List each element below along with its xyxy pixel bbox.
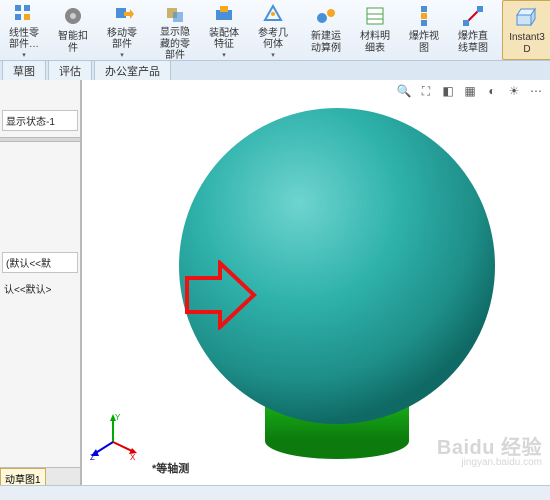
svg-text:Z: Z <box>90 453 95 462</box>
tab-sketch[interactable]: 草图 <box>2 60 46 81</box>
ribbon-btn-expline[interactable]: 爆炸直 线草图 <box>449 0 498 60</box>
ribbon-btn-bom[interactable]: 材料明 细表 <box>351 0 400 60</box>
ribbon-btn-instant3d[interactable]: Instant3D <box>502 0 550 60</box>
view-triad[interactable]: Y X Z <box>88 412 138 462</box>
secondary-tabs: 草图 评估 办公室产品 <box>0 61 550 82</box>
status-bar <box>0 485 550 500</box>
viewport[interactable]: 🔍 ⛶ ◧ ▦ ◐ ☀ ⋯ <box>82 80 550 486</box>
view-name: *等轴测 <box>152 460 189 476</box>
show-hide-icon <box>161 2 189 26</box>
ribbon-btn-refgeo[interactable]: 参考几 何体▾ <box>249 0 298 60</box>
ribbon-btn-smart[interactable]: 智能扣 件 <box>49 0 98 60</box>
linear-pattern-icon <box>10 2 38 27</box>
tab-office[interactable]: 办公室产品 <box>94 60 171 81</box>
reference-geometry-icon <box>259 2 287 27</box>
ribbon-btn-move[interactable]: 移动零 部件▾ <box>98 0 147 60</box>
model-render <box>82 86 550 486</box>
watermark: Baidu 经验 jingyan.baidu.com <box>437 438 542 468</box>
tab-evaluate[interactable]: 评估 <box>48 60 92 81</box>
assembly-feature-icon <box>210 2 238 27</box>
display-state-item[interactable]: 显示状态-1 <box>2 110 78 131</box>
explode-view-icon <box>410 2 438 30</box>
default-config-1[interactable]: (默认<<默 <box>2 252 78 273</box>
ribbon-btn-feature[interactable]: 装配体 特征▾ <box>200 0 249 60</box>
bom-icon <box>361 2 389 30</box>
feature-tree-panel: 显示状态-1 (默认<<默 认<<默认> 动草图1 <box>0 80 82 486</box>
ribbon-btn-showhide[interactable]: 显示隐 藏的零 部件 <box>151 0 200 60</box>
ribbon-toolbar: 线性零 部件…▾ 智能扣 件 移动零 部件▾ 显示隐 藏的零 部件 装配体 特征… <box>0 0 550 61</box>
instant3d-icon <box>513 3 541 31</box>
svg-text:Y: Y <box>115 413 121 422</box>
ribbon-btn-motion[interactable]: 新建运 动算例 <box>302 0 351 60</box>
smart-fastener-icon <box>59 2 87 30</box>
annotation-arrow <box>182 260 262 330</box>
move-component-icon <box>108 2 136 27</box>
side-bottom-tab[interactable]: 动草图1 <box>0 468 46 486</box>
default-config-2[interactable]: 认<<默认> <box>2 279 78 298</box>
svg-text:X: X <box>130 453 136 462</box>
motion-study-icon <box>312 2 340 30</box>
panel-splitter[interactable] <box>0 137 80 142</box>
explode-line-icon <box>459 2 487 30</box>
ribbon-btn-linear[interactable]: 线性零 部件…▾ <box>0 0 49 60</box>
ribbon-btn-explode[interactable]: 爆炸视 图 <box>400 0 449 60</box>
